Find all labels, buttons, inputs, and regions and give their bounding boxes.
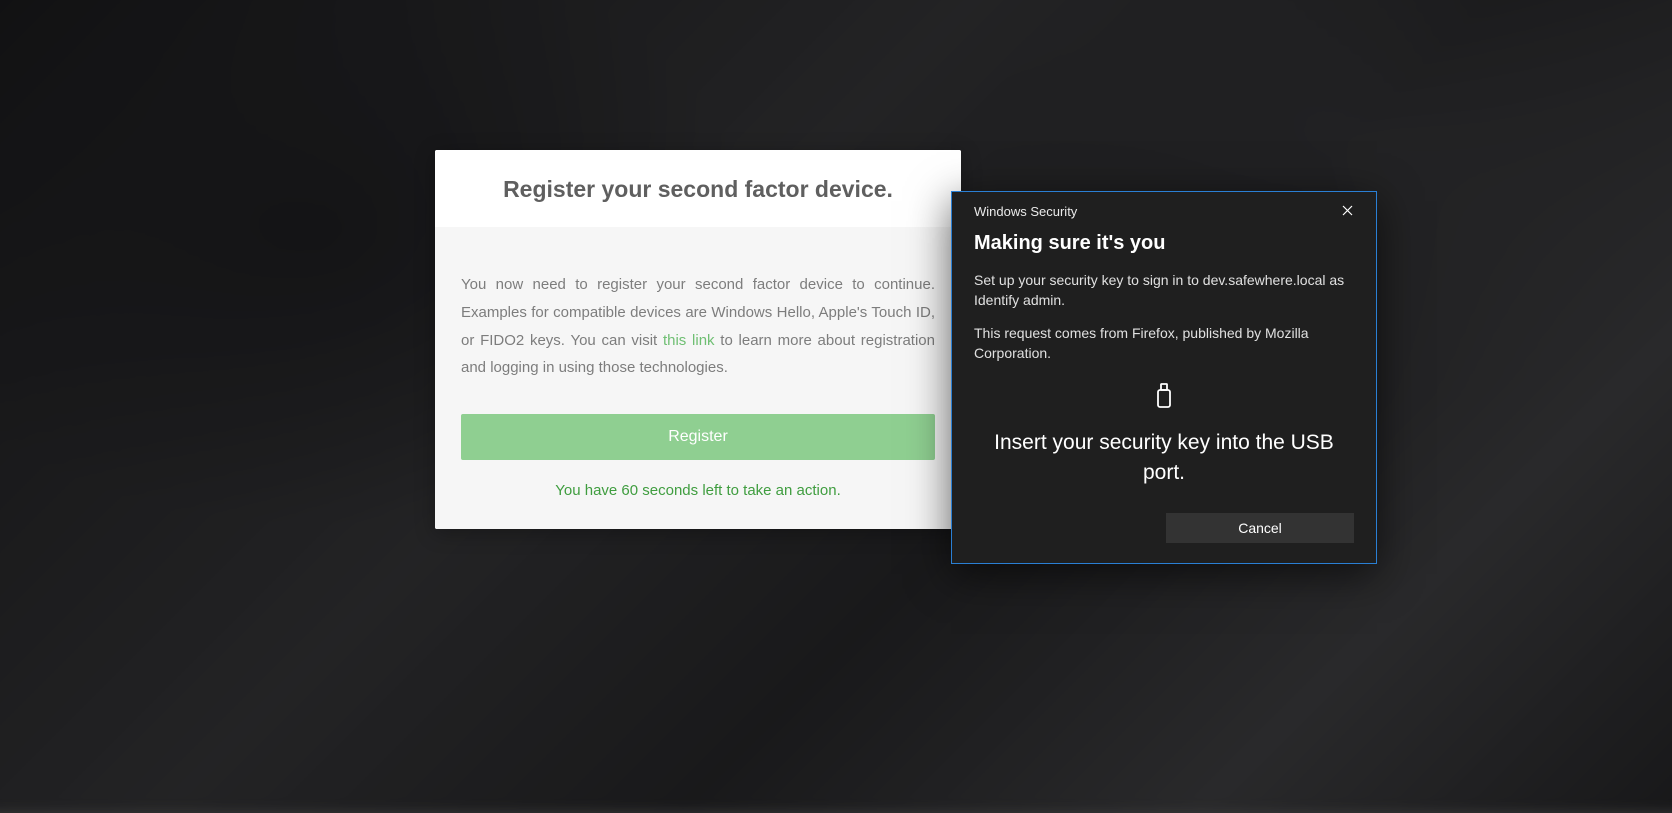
cancel-button[interactable]: Cancel (1166, 513, 1354, 543)
card-title: Register your second factor device. (465, 176, 931, 203)
dialog-heading: Making sure it's you (974, 232, 1354, 255)
register-card: Register your second factor device. You … (435, 150, 961, 529)
dialog-header-title: Windows Security (974, 204, 1077, 219)
dialog-text-1: Set up your security key to sign in to d… (974, 271, 1354, 310)
windows-security-dialog: Windows Security Making sure it's you Se… (951, 191, 1377, 564)
close-icon (1342, 203, 1353, 219)
dialog-instruction: Insert your security key into the USB po… (974, 428, 1354, 487)
dialog-icon-wrap (974, 383, 1354, 414)
dialog-header: Windows Security (952, 192, 1376, 228)
close-button[interactable] (1328, 198, 1366, 224)
card-header: Register your second factor device. (435, 150, 961, 227)
register-button[interactable]: Register (461, 414, 935, 460)
card-body: You now need to register your second fac… (435, 227, 961, 529)
dialog-footer: Cancel (952, 487, 1376, 543)
dialog-body: Making sure it's you Set up your securit… (952, 228, 1376, 487)
dialog-text-2: This request comes from Firefox, publish… (974, 324, 1354, 363)
countdown-text: You have 60 seconds left to take an acti… (461, 482, 935, 499)
learn-more-link[interactable]: this link (663, 332, 715, 349)
card-description: You now need to register your second fac… (461, 271, 935, 382)
usb-key-icon (1155, 383, 1173, 414)
